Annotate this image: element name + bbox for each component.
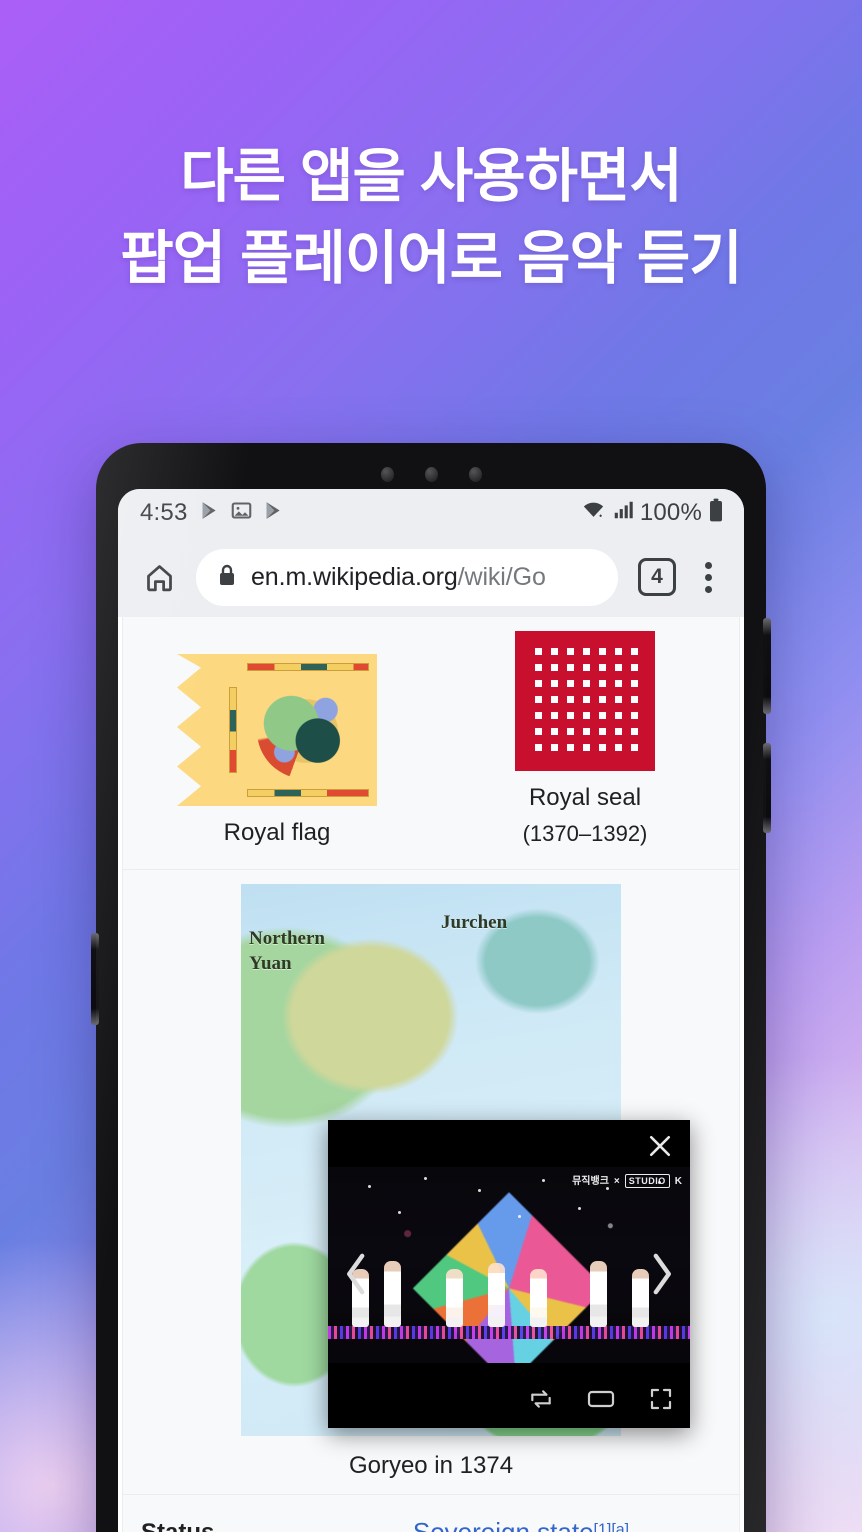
play-store-icon	[263, 500, 284, 527]
image-icon	[231, 500, 252, 527]
player-controls	[524, 1382, 678, 1416]
map-caption: Goryeo in 1374	[348, 1452, 514, 1479]
wifi-icon	[581, 499, 606, 527]
watermark-x: ×	[613, 1175, 620, 1187]
reference-marks[interactable]: [1][a]	[594, 1522, 630, 1532]
wikipedia-article: Royal flag Royal seal (1370–1392) Northe…	[118, 617, 744, 1532]
popup-window-icon[interactable]	[584, 1382, 618, 1416]
status-bar: 4:53 100%	[118, 489, 744, 537]
performer	[446, 1269, 463, 1327]
volume-button[interactable]	[763, 618, 771, 714]
browser-toolbar: en.m.wikipedia.org/wiki/Go 4	[118, 537, 744, 617]
front-camera-sensors	[96, 467, 766, 482]
promo-screenshot: 다른 앱을 사용하면서 팝업 플레이어로 음악 듣기 4:53 100% en.…	[0, 0, 862, 1532]
url-path: /wiki/Go	[457, 562, 546, 591]
fullscreen-icon[interactable]	[644, 1382, 678, 1416]
promo-headline-line-2: 팝업 플레이어로 음악 듣기	[120, 226, 742, 291]
phone-screen: 4:53 100% en.m.wikipedia.org/wiki/Go 4 R…	[118, 489, 744, 1532]
video-frame[interactable]	[328, 1167, 690, 1363]
promo-headline: 다른 앱을 사용하면서 팝업 플레이어로 음악 듣기	[0, 136, 862, 300]
broadcast-watermark: 뮤직뱅크 × STUDIO K	[572, 1174, 682, 1188]
status-bar-clock: 4:53	[140, 499, 188, 526]
royal-seal-image[interactable]	[515, 631, 655, 771]
play-store-icon	[199, 500, 220, 527]
battery-icon	[708, 498, 724, 528]
assistant-button[interactable]	[91, 933, 99, 1025]
infobox-symbols-row: Royal flag Royal seal (1370–1392)	[123, 617, 739, 870]
performer	[530, 1269, 547, 1327]
power-button[interactable]	[763, 743, 771, 833]
sensor-dot-icon	[380, 467, 394, 482]
sensor-dot-icon	[424, 467, 438, 482]
map-label-northern-yuan: Northern Yuan	[249, 928, 325, 974]
map-label-jurchen: Jurchen	[441, 912, 508, 933]
popup-video-player[interactable]: 뮤직뱅크 × STUDIO K	[328, 1120, 690, 1428]
close-icon[interactable]	[642, 1128, 678, 1164]
performer	[488, 1263, 505, 1327]
performer	[384, 1261, 401, 1327]
status-value: Sovereign state[1][a] (918–1270, 1356–13…	[321, 1517, 721, 1532]
repeat-icon[interactable]	[524, 1382, 558, 1416]
url-text: en.m.wikipedia.org/wiki/Go	[251, 563, 546, 592]
lock-icon	[216, 563, 238, 592]
tab-counter-button[interactable]: 4	[638, 558, 676, 596]
sensor-dot-icon	[468, 467, 482, 482]
watermark-k-label: K	[674, 1175, 682, 1187]
royal-flag-cell: Royal flag	[123, 631, 431, 847]
table-row: Status Sovereign state[1][a] (918–1270, …	[123, 1495, 739, 1532]
royal-seal-dates: (1370–1392)	[522, 821, 648, 846]
cellular-signal-icon	[612, 499, 634, 527]
home-icon[interactable]	[136, 554, 182, 600]
url-domain: en.m.wikipedia.org	[251, 562, 458, 591]
phoenix-emblem	[257, 682, 355, 779]
url-bar[interactable]: en.m.wikipedia.org/wiki/Go	[196, 548, 618, 606]
royal-seal-cell: Royal seal (1370–1392)	[431, 631, 739, 847]
royal-flag-image[interactable]	[177, 654, 377, 806]
chevron-left-icon[interactable]	[334, 1246, 380, 1302]
stage-led-strip	[328, 1326, 690, 1339]
watermark-program-label: 뮤직뱅크	[572, 1175, 609, 1187]
chevron-right-icon[interactable]	[638, 1246, 684, 1302]
promo-headline-line-1: 다른 앱을 사용하면서	[180, 144, 682, 209]
status-label: Status	[141, 1517, 309, 1532]
royal-flag-caption: Royal flag	[223, 819, 331, 846]
battery-percent-label: 100%	[639, 499, 702, 526]
sovereign-state-link[interactable]: Sovereign state	[413, 1517, 594, 1532]
phone-mockup: 4:53 100% en.m.wikipedia.org/wiki/Go 4 R…	[91, 443, 771, 1532]
watermark-studio-label: STUDIO	[624, 1174, 670, 1188]
royal-seal-caption: Royal seal	[528, 784, 642, 811]
overflow-menu-icon[interactable]	[688, 554, 728, 600]
performer	[590, 1261, 607, 1327]
